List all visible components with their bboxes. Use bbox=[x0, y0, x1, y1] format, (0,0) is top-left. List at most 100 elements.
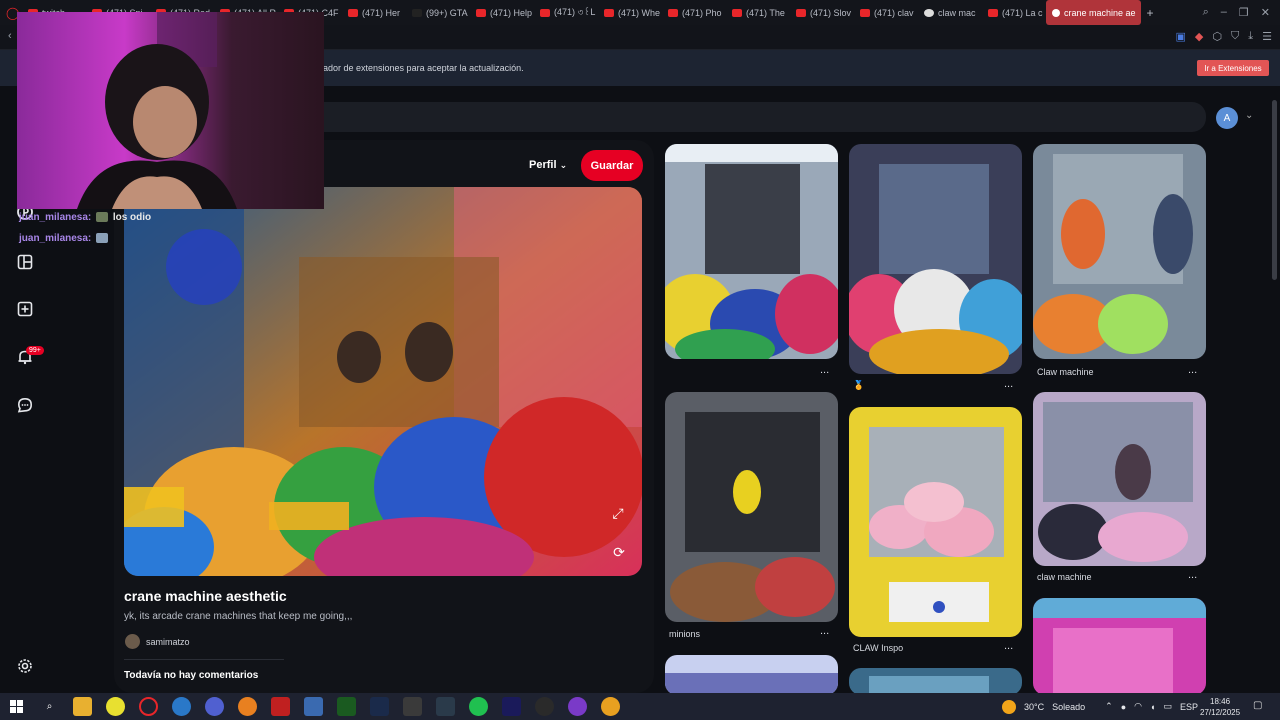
pin-tile[interactable] bbox=[1033, 144, 1206, 359]
app-icon[interactable] bbox=[601, 697, 620, 716]
tab-favicon-icon bbox=[924, 8, 934, 17]
windows-taskbar: ⌕ 30°C Soleado ⌃ ● ◠ ◖ ▭ ESP 18:46 27/12… bbox=[0, 693, 1280, 720]
tab-favicon-icon bbox=[668, 8, 678, 17]
search-tabs-icon[interactable]: ⌕ bbox=[1203, 6, 1209, 19]
maximize-icon[interactable]: ❐ bbox=[1239, 6, 1249, 19]
translate-icon[interactable]: ▣ bbox=[1176, 30, 1186, 43]
webcam-overlay bbox=[17, 12, 324, 209]
browser-tab[interactable]: (99+) GTA bbox=[406, 0, 470, 25]
browser-tab[interactable]: (471) clav bbox=[854, 0, 918, 25]
browser-tab[interactable]: (471) Pho bbox=[662, 0, 726, 25]
discord-icon[interactable] bbox=[568, 697, 587, 716]
pinterest-favicon-icon bbox=[1052, 8, 1060, 17]
author-avatar[interactable] bbox=[125, 634, 140, 649]
wifi-icon[interactable]: ◠ bbox=[1134, 701, 1142, 712]
more-options-icon[interactable]: ... bbox=[1188, 569, 1197, 581]
browser-tab[interactable]: (471) Slov bbox=[790, 0, 854, 25]
app-icon[interactable] bbox=[403, 697, 422, 716]
settings-icon[interactable] bbox=[15, 656, 35, 676]
file-explorer-icon[interactable] bbox=[73, 697, 92, 716]
search-icon[interactable]: ⌕ bbox=[40, 697, 59, 716]
weather-icon bbox=[1002, 699, 1016, 714]
shield-icon[interactable]: ⛉ bbox=[1231, 30, 1239, 43]
app-icon[interactable] bbox=[271, 697, 290, 716]
pin-tile[interactable] bbox=[1033, 392, 1206, 566]
pin-caption: CLAW Inspo bbox=[853, 643, 904, 653]
download-icon[interactable]: ⤓ bbox=[1248, 30, 1253, 43]
chrome-icon[interactable] bbox=[106, 697, 125, 716]
pin-tile[interactable] bbox=[665, 655, 838, 695]
app-icon[interactable] bbox=[205, 697, 224, 716]
photos-icon[interactable] bbox=[304, 697, 323, 716]
puzzle-icon[interactable]: ⬡ bbox=[1212, 30, 1222, 43]
go-to-extensions-button[interactable]: Ir a Extensiones bbox=[1197, 60, 1269, 76]
menu-icon[interactable]: ☰ bbox=[1262, 30, 1272, 43]
tab-favicon-icon bbox=[796, 8, 806, 17]
minimize-icon[interactable]: – bbox=[1221, 6, 1227, 19]
app-icon[interactable] bbox=[436, 697, 455, 716]
app-icon[interactable] bbox=[337, 697, 356, 716]
notification-center-icon[interactable]: ▢ bbox=[1253, 700, 1262, 711]
browser-tab[interactable]: (471) Help bbox=[470, 0, 534, 25]
battery-icon[interactable]: ▭ bbox=[1163, 701, 1172, 712]
author-name[interactable]: samimatzo bbox=[146, 637, 190, 647]
mic-icon[interactable]: ● bbox=[1121, 702, 1126, 712]
windows-start-icon[interactable] bbox=[7, 697, 26, 716]
scrollbar[interactable] bbox=[1272, 100, 1277, 280]
pin-tile[interactable] bbox=[1033, 598, 1206, 695]
browser-tab[interactable]: (471) Her bbox=[342, 0, 406, 25]
chevron-down-icon[interactable]: ⌄ bbox=[1245, 110, 1253, 121]
more-options-icon[interactable]: ... bbox=[1188, 364, 1197, 376]
language-indicator[interactable]: ESP bbox=[1180, 702, 1198, 712]
volume-icon[interactable]: ◖ bbox=[1150, 702, 1155, 712]
browser-tab[interactable]: (471) La c bbox=[982, 0, 1046, 25]
tab-favicon-icon bbox=[860, 8, 870, 17]
close-icon[interactable]: ✕ bbox=[1261, 6, 1270, 19]
browser-tab[interactable]: (471) ৩꒰L bbox=[534, 0, 598, 25]
notice-text: ador de extensiones para aceptar la actu… bbox=[323, 63, 524, 73]
browser-tab[interactable]: claw mac bbox=[918, 0, 982, 25]
temperature: 30°C bbox=[1024, 701, 1045, 712]
spotify-icon[interactable] bbox=[469, 697, 488, 716]
pin-tile[interactable] bbox=[665, 144, 838, 359]
weather-text: Soleado bbox=[1052, 701, 1086, 712]
clock[interactable]: 18:46 27/12/2025 bbox=[1200, 696, 1240, 718]
app-icon[interactable] bbox=[535, 697, 554, 716]
app-icon[interactable] bbox=[370, 697, 389, 716]
tray-chevron-icon[interactable]: ⌃ bbox=[1105, 701, 1113, 712]
edge-icon[interactable] bbox=[172, 697, 191, 716]
pin-tile[interactable] bbox=[849, 668, 1022, 695]
profile-dropdown[interactable]: Perfil ⌄ bbox=[529, 159, 567, 171]
new-tab-button[interactable]: + bbox=[1141, 6, 1159, 20]
more-options-icon[interactable]: ... bbox=[1004, 378, 1013, 390]
extension-icon[interactable]: ◆ bbox=[1195, 30, 1203, 43]
browser-tab[interactable]: (471) Whe bbox=[598, 0, 662, 25]
after-effects-icon[interactable] bbox=[502, 697, 521, 716]
expand-icon[interactable]: ⤢ bbox=[608, 503, 628, 523]
browser-tab[interactable]: (471) The bbox=[726, 0, 790, 25]
boards-icon[interactable] bbox=[15, 252, 35, 272]
pin-caption: 🏅 bbox=[853, 380, 865, 390]
account-avatar[interactable]: A bbox=[1216, 107, 1238, 129]
create-icon[interactable] bbox=[15, 299, 35, 319]
browser-tab-active[interactable]: crane machine ae bbox=[1046, 0, 1141, 25]
opera-icon[interactable] bbox=[139, 697, 158, 716]
more-options-icon[interactable]: ... bbox=[820, 364, 829, 376]
visual-search-icon[interactable]: ⟳ bbox=[608, 541, 630, 563]
pin-image[interactable] bbox=[124, 187, 642, 576]
more-options-icon[interactable]: ... bbox=[820, 625, 829, 637]
tab-favicon-icon bbox=[540, 8, 550, 17]
pin-tile[interactable] bbox=[849, 144, 1022, 374]
messages-icon[interactable] bbox=[15, 395, 35, 415]
pin-tile[interactable] bbox=[665, 392, 838, 622]
system-tray: 30°C Soleado ⌃ ● ◠ ◖ ▭ ESP bbox=[1002, 693, 1198, 720]
emote-icon bbox=[96, 233, 109, 244]
pin-caption: minions bbox=[669, 629, 701, 639]
back-icon[interactable]: ‹ bbox=[8, 30, 12, 42]
pin-tile[interactable] bbox=[849, 407, 1022, 637]
emote-icon bbox=[96, 212, 109, 223]
more-options-icon[interactable]: ... bbox=[1004, 640, 1013, 652]
pin-caption: claw machine bbox=[1037, 572, 1092, 582]
app-icon[interactable] bbox=[238, 697, 257, 716]
save-button[interactable]: Guardar bbox=[581, 150, 643, 181]
